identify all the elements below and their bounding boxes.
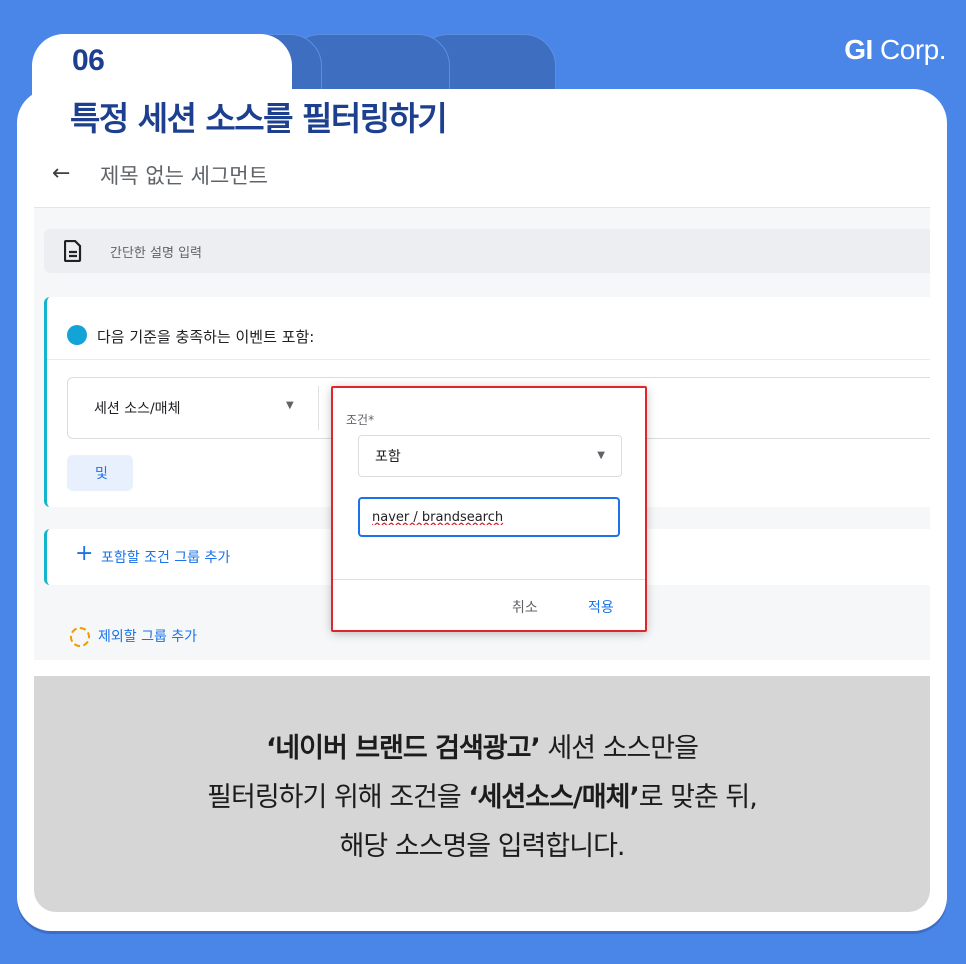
plus-icon: + (75, 541, 94, 566)
brand-logo-rest: Corp. (872, 34, 946, 65)
dimension-label: 세션 소스/매체 (94, 401, 181, 417)
document-icon (64, 240, 82, 262)
add-include-group-label: 포함할 조건 그룹 추가 (101, 550, 231, 566)
event-scope-icon (67, 325, 87, 345)
caption-line-1-rest: 세션 소스만을 (539, 733, 699, 764)
add-exclude-group-button[interactable]: 제외할 그룹 추가 (98, 626, 197, 646)
caption-box: ‘네이버 브랜드 검색광고’ 세션 소스만을 필터링하기 위해 조건을 ‘세션소… (34, 676, 930, 912)
segment-title: 제목 없는 세그먼트 (100, 164, 268, 188)
caption-line-1-bold: ‘네이버 브랜드 검색광고’ (266, 733, 541, 764)
include-condition-label: 다음 기준을 충족하는 이벤트 포함: (97, 328, 315, 346)
segment-header: ← 제목 없는 세그먼트 (34, 147, 930, 208)
and-button-label: 및 (95, 465, 108, 481)
caption-line-2-start: 필터링하기 위해 조건을 (207, 782, 469, 813)
page-title: 특정 세션 소스를 필터링하기 (70, 99, 448, 138)
description-field[interactable]: 간단한 설명 입력 (44, 229, 930, 273)
caption-line-2-end: 로 맞춘 뒤, (638, 782, 758, 813)
and-button[interactable]: 및 (67, 455, 133, 491)
divider (47, 359, 930, 360)
description-placeholder: 간단한 설명 입력 (110, 246, 202, 261)
field-separator (318, 386, 319, 430)
caption-line-3: 해당 소스명을 입력합니다. (339, 831, 626, 862)
arrow-left-icon[interactable]: ← (52, 161, 70, 186)
caption-line-2: 필터링하기 위해 조건을 ‘세션소스/매체’로 맞춘 뒤, (34, 775, 930, 814)
brand-logo: GI Corp. (844, 34, 946, 66)
brand-logo-bold: GI (844, 34, 873, 65)
step-number: 06 (72, 44, 105, 77)
dashed-circle-icon (70, 627, 90, 647)
caption-line-2-bold: ‘세션소스/매체’ (468, 782, 639, 813)
segment-editor-screenshot: ← 제목 없는 세그먼트 간단한 설명 입력 다음 기준을 충족하는 이벤트 포… (34, 147, 930, 660)
caption-line-1: ‘네이버 브랜드 검색광고’ 세션 소스만을 (34, 726, 930, 765)
caret-down-icon[interactable]: ▼ (286, 400, 294, 411)
red-highlight-box (331, 386, 647, 632)
